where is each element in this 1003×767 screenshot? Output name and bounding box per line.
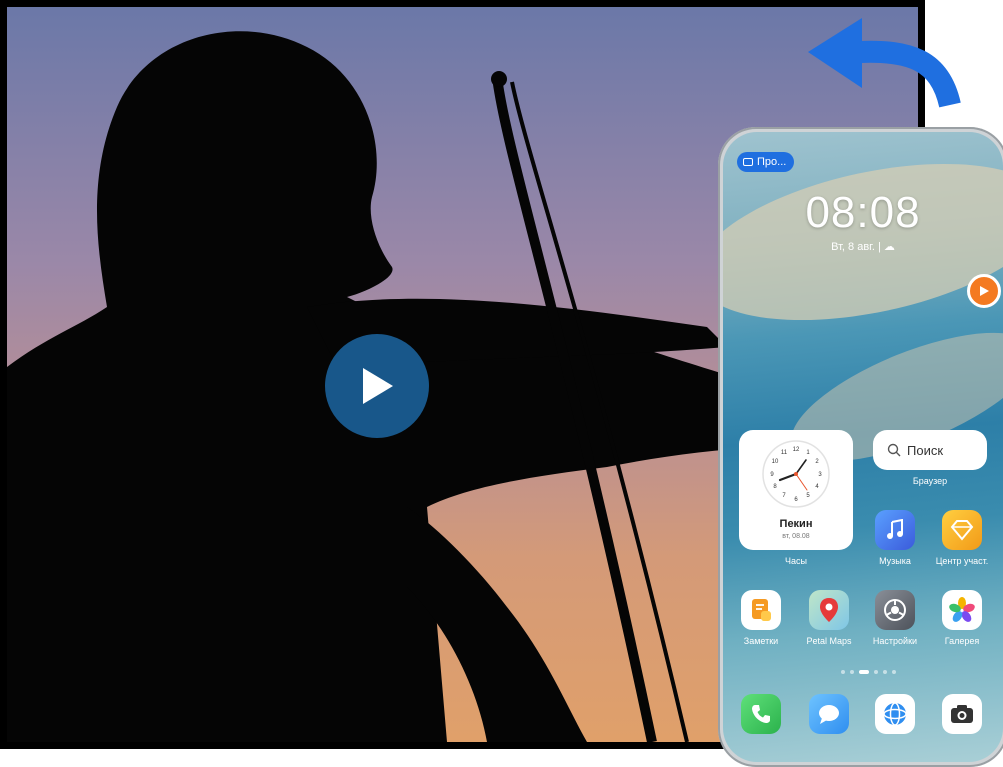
browser-widget-label: Браузер <box>912 476 948 486</box>
projection-chip-label: Про... <box>757 156 787 168</box>
map-pin-icon <box>820 598 838 622</box>
phone: Про... 08:08 Вт, 8 авг. | ☁ 12 1 2 3 4 5… <box>718 127 1003 767</box>
notes-icon <box>752 599 771 621</box>
page-dot[interactable] <box>874 670 878 674</box>
page-indicator <box>841 670 896 674</box>
app-music[interactable] <box>875 510 915 550</box>
floating-assistant-button[interactable] <box>967 274 1001 308</box>
phone-screen: Про... 08:08 Вт, 8 авг. | ☁ 12 1 2 3 4 5… <box>723 132 1003 762</box>
diamond-icon <box>950 520 974 541</box>
app-notes[interactable] <box>741 590 781 630</box>
play-icon <box>980 286 989 296</box>
clock-number: 12 <box>793 447 800 453</box>
search-placeholder: Поиск <box>907 442 944 458</box>
page-dot[interactable] <box>892 670 896 674</box>
app-member-center-label: Центр участ. <box>935 556 989 566</box>
lock-time: 08:08 <box>805 188 921 237</box>
curved-arrow-icon <box>808 18 961 108</box>
clock-city: Пекин <box>779 518 813 530</box>
camera-icon <box>951 705 973 723</box>
gallery-flower-icon <box>949 597 975 622</box>
play-icon <box>363 368 393 404</box>
dock-phone[interactable] <box>741 694 781 734</box>
page-dot[interactable] <box>841 670 845 674</box>
clock-date: вт, 08.08 <box>782 533 810 540</box>
clock-widget-label: Часы <box>785 556 807 566</box>
search-icon <box>887 443 901 457</box>
cast-icon <box>743 158 753 166</box>
search-input[interactable]: Поиск <box>873 430 987 470</box>
app-petal-maps[interactable] <box>809 590 849 630</box>
play-button[interactable] <box>325 334 429 438</box>
dock-messages[interactable] <box>809 694 849 734</box>
phone-icon <box>752 705 770 723</box>
dock-browser[interactable] <box>875 694 915 734</box>
clock-number: 11 <box>781 450 788 456</box>
page-dot-active[interactable] <box>859 670 869 674</box>
browser-icon <box>883 702 907 726</box>
page-dot[interactable] <box>883 670 887 674</box>
clock-number: 10 <box>772 459 779 465</box>
app-gallery[interactable] <box>942 590 982 630</box>
dock-camera[interactable] <box>942 694 982 734</box>
gear-icon <box>884 599 906 621</box>
lock-date: Вт, 8 авг. | ☁ <box>831 241 895 253</box>
messages-icon <box>819 705 839 724</box>
clock-widget[interactable]: 12 1 2 3 4 5 6 7 8 9 10 11 Пекин вт, 08.… <box>739 430 853 550</box>
app-member-center[interactable] <box>942 510 982 550</box>
music-note-icon <box>887 519 903 539</box>
app-gallery-label: Галерея <box>944 636 980 646</box>
analog-clock: 12 1 2 3 4 5 6 7 8 9 10 11 <box>762 440 830 508</box>
projection-chip[interactable]: Про... <box>737 152 795 172</box>
app-settings[interactable] <box>875 590 915 630</box>
page-dot[interactable] <box>850 670 854 674</box>
